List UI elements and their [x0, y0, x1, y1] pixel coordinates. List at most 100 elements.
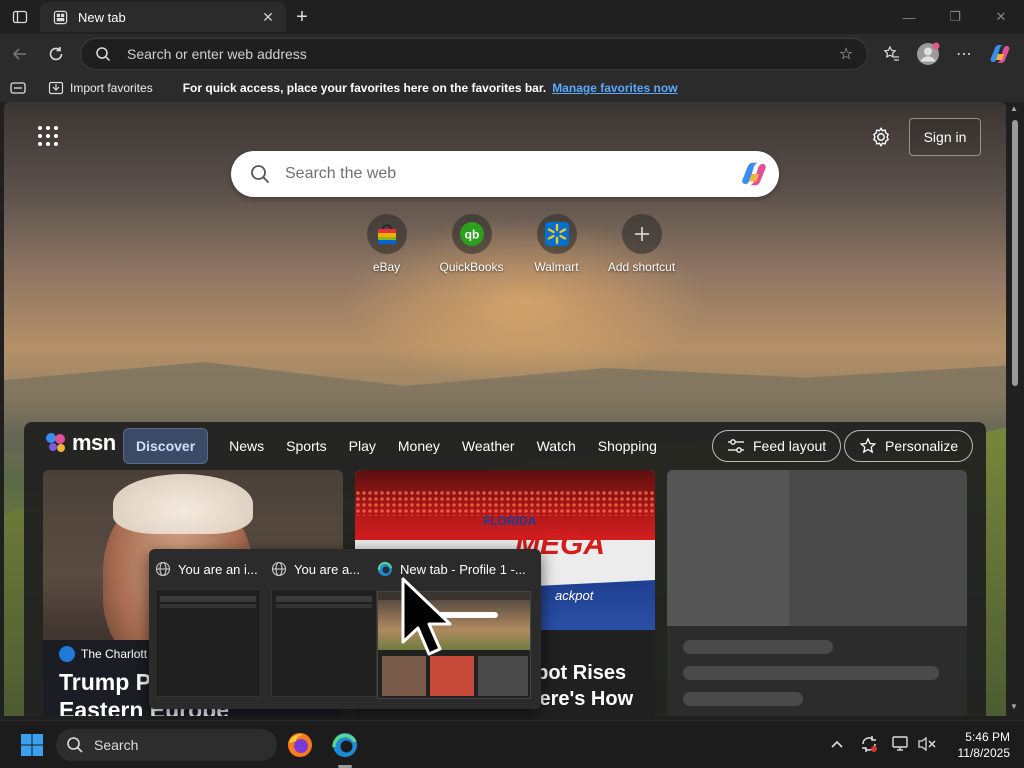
windows-taskbar: Search 5:46 PM 11/8/2025	[0, 720, 1024, 768]
svg-text:qb: qb	[464, 228, 479, 242]
tab-play[interactable]: Play	[338, 428, 387, 464]
close-icon[interactable]: ✕	[258, 7, 278, 27]
import-favorites-button[interactable]: Import favorites	[48, 81, 153, 95]
quick-links: eBay qb QuickBooks Walmart Add shortcut	[344, 214, 684, 274]
tab-money[interactable]: Money	[387, 428, 451, 464]
import-favorites-label: Import favorites	[70, 81, 153, 95]
add-favorite-star-icon[interactable]: ☆	[835, 43, 857, 65]
address-input[interactable]	[127, 46, 835, 62]
show-hidden-icons-chevron-icon[interactable]	[826, 733, 848, 755]
edge-icon	[377, 561, 392, 576]
shortcut-label: Walmart	[534, 260, 579, 274]
card-source-name: The Charlott	[81, 647, 148, 661]
shortcut-ebay[interactable]: eBay	[344, 214, 429, 274]
skeleton-line	[683, 666, 939, 680]
skeleton-line	[683, 692, 803, 706]
restore-icon[interactable]: ❐	[932, 0, 978, 34]
plus-icon	[634, 227, 649, 241]
taskbar-search-label: Search	[94, 737, 139, 753]
sidebar-toggle-icon[interactable]	[10, 80, 26, 96]
copilot-search-icon[interactable]	[739, 159, 769, 189]
manage-favorites-link[interactable]: Manage favorites now	[552, 81, 677, 95]
preview-thumbnail	[155, 589, 261, 697]
refresh-icon[interactable]	[44, 42, 68, 66]
back-arrow-icon[interactable]	[8, 42, 32, 66]
address-bar[interactable]: ☆	[80, 38, 868, 70]
feed-nav: Discover News Sports Play Money Weather …	[123, 428, 668, 464]
tab-actions-icon[interactable]	[8, 6, 32, 28]
preview-window-2[interactable]: You are a...	[265, 549, 381, 709]
feed-layout-button[interactable]: Feed layout	[712, 430, 842, 462]
volume-muted-icon[interactable]	[916, 733, 938, 755]
favorites-bar-message: For quick access, place your favorites h…	[182, 81, 547, 95]
tab-watch[interactable]: Watch	[526, 428, 587, 464]
profile-avatar-icon[interactable]	[916, 42, 940, 66]
msn-logo-text: msn	[72, 430, 116, 455]
search-icon	[95, 46, 111, 62]
tab-news[interactable]: News	[218, 428, 275, 464]
scroll-up-icon[interactable]: ▲	[1010, 104, 1018, 113]
browser-toolbar: ☆ ⋯	[0, 34, 1024, 74]
web-search-box[interactable]	[231, 151, 779, 197]
favorites-icon[interactable]	[880, 42, 904, 66]
search-icon	[249, 163, 271, 185]
preview-thumbnail	[271, 589, 377, 697]
tab-sports[interactable]: Sports	[275, 428, 337, 464]
copilot-icon[interactable]	[988, 42, 1012, 66]
tab-new-tab[interactable]: New tab ✕	[40, 2, 286, 32]
personalize-button[interactable]: Personalize	[844, 430, 974, 462]
ebay-icon	[377, 224, 396, 244]
scroll-down-icon[interactable]: ▼	[1010, 702, 1018, 711]
shortcut-label: Add shortcut	[607, 260, 676, 274]
new-tab-button[interactable]: +	[290, 5, 314, 29]
sparkle-star-icon	[859, 437, 877, 454]
quickbooks-icon: qb	[459, 222, 484, 246]
tab-bar: New tab ✕ + — ❐ ✕	[0, 0, 1024, 34]
favorites-bar: Import favorites For quick access, place…	[0, 74, 1024, 102]
network-icon[interactable]	[890, 733, 912, 755]
mouse-cursor-icon	[400, 576, 460, 662]
search-icon	[66, 736, 84, 754]
tab-discover[interactable]: Discover	[123, 428, 209, 464]
msn-butterfly-icon	[46, 433, 65, 452]
shortcut-quickbooks[interactable]: qb QuickBooks	[429, 214, 514, 274]
taskbar-tab-preview: You are an i... You are a... New tab - P…	[149, 549, 541, 709]
sign-in-button[interactable]: Sign in	[909, 118, 981, 156]
publisher-icon	[59, 646, 75, 662]
clock-time: 5:46 PM	[965, 730, 1010, 744]
system-clock[interactable]: 5:46 PM 11/8/2025	[946, 729, 1011, 761]
card-headline[interactable]: kpot Rises Here's How	[525, 660, 655, 712]
window-controls: — ❐ ✕	[886, 0, 1024, 34]
settings-gear-icon[interactable]	[868, 124, 894, 150]
shortcut-label: QuickBooks	[439, 260, 504, 274]
image-text: FLORIDA	[483, 514, 537, 528]
page-scrollbar[interactable]: ▲ ▼	[1006, 102, 1024, 716]
globe-icon	[271, 561, 287, 577]
clock-date: 11/8/2025	[957, 746, 1011, 760]
tab-weather[interactable]: Weather	[451, 428, 526, 464]
preview-window-1[interactable]: You are an i...	[149, 549, 265, 709]
app-launcher-icon[interactable]	[36, 124, 60, 148]
newtab-page-icon	[52, 9, 68, 25]
loading-card	[667, 470, 967, 716]
minimize-icon[interactable]: —	[886, 0, 932, 34]
firefox-icon[interactable]	[286, 731, 314, 759]
web-search-input[interactable]	[285, 165, 739, 183]
card-source: The Charlott	[59, 646, 147, 662]
preview-title: You are an i...	[178, 561, 258, 577]
sync-update-icon[interactable]	[858, 733, 880, 755]
globe-icon	[155, 561, 171, 577]
walmart-icon	[544, 222, 569, 246]
tab-title: New tab	[78, 9, 126, 25]
scrollbar-thumb[interactable]	[1012, 120, 1018, 386]
edge-icon[interactable]	[331, 731, 359, 759]
add-shortcut-button[interactable]: Add shortcut	[599, 214, 684, 274]
windows-start-icon[interactable]	[20, 733, 44, 757]
msn-logo[interactable]: msn	[44, 430, 116, 456]
shortcut-walmart[interactable]: Walmart	[514, 214, 599, 274]
more-options-icon[interactable]: ⋯	[952, 42, 976, 66]
sliders-icon	[728, 439, 744, 453]
window-close-icon[interactable]: ✕	[978, 0, 1024, 34]
taskbar-search[interactable]: Search	[56, 729, 277, 761]
tab-shopping[interactable]: Shopping	[587, 428, 668, 464]
